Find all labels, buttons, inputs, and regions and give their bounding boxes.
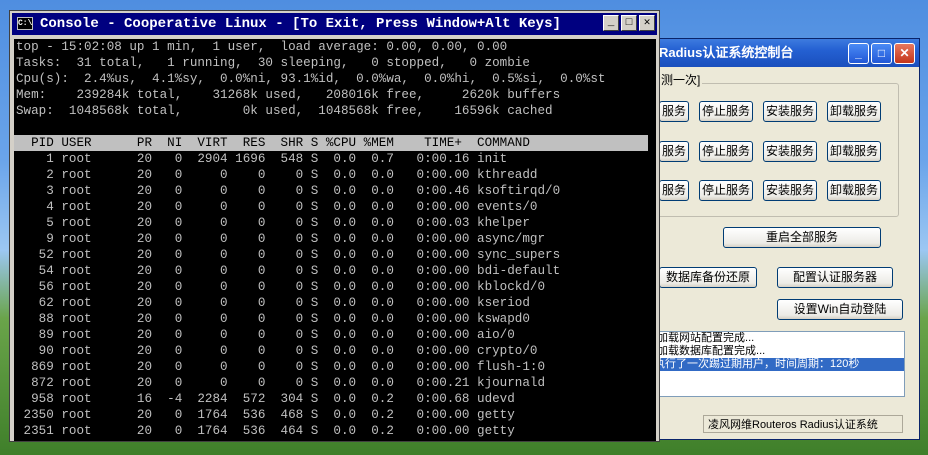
uninstall-service-button[interactable]: 卸载服务 [827, 180, 881, 201]
maximize-icon[interactable]: □ [621, 15, 637, 31]
restart-all-services-button[interactable]: 重启全部服务 [723, 227, 881, 248]
install-service-button[interactable]: 安装服务 [763, 141, 817, 162]
process-table-header: PID USER PR NI VIRT RES SHR S %CPU %MEM … [14, 135, 648, 151]
minimize-icon[interactable]: _ [848, 43, 869, 64]
process-row: 958 root 16 -4 2284 572 304 S 0.0 0.2 0:… [16, 392, 515, 406]
console-titlebar[interactable]: C:\ Console - Cooperative Linux - [To Ex… [12, 13, 657, 35]
process-row: 3 root 20 0 0 0 0 S 0.0 0.0 0:00.46 ksof… [16, 184, 561, 198]
process-row: 90 root 20 0 0 0 0 S 0.0 0.0 0:00.00 cry… [16, 344, 538, 358]
log-list[interactable]: /加载网站配置完成... /加载数据库配置完成... 执行了一次踢过期用户，时间… [647, 331, 905, 397]
install-service-button[interactable]: 安装服务 [763, 180, 817, 201]
stop-service-button[interactable]: 停止服务 [699, 101, 753, 122]
install-service-button[interactable]: 安装服务 [763, 101, 817, 122]
console-window: C:\ Console - Cooperative Linux - [To Ex… [9, 10, 660, 442]
console-title: Console - Cooperative Linux - [To Exit, … [40, 16, 561, 32]
process-row: 1 root 20 0 2904 1696 548 S 0.0 0.7 0:00… [16, 152, 508, 166]
process-row: 52 root 20 0 0 0 0 S 0.0 0.0 0:00.00 syn… [16, 248, 561, 262]
terminal-screen[interactable]: top - 15:02:08 up 1 min, 1 user, load av… [14, 39, 656, 441]
start-service-button[interactable]: 服务 [659, 180, 689, 201]
process-row: 88 root 20 0 0 0 0 S 0.0 0.0 0:00.00 ksw… [16, 312, 530, 326]
close-icon[interactable]: ✕ [639, 15, 655, 31]
configure-auth-server-button[interactable]: 配置认证服务器 [777, 267, 893, 288]
process-row: 56 root 20 0 0 0 0 S 0.0 0.0 0:00.00 kbl… [16, 280, 546, 294]
process-row: 2 root 20 0 0 0 0 S 0.0 0.0 0:00.00 kthr… [16, 168, 538, 182]
process-row: 4 root 20 0 0 0 0 S 0.0 0.0 0:00.00 even… [16, 200, 538, 214]
log-line: /加载网站配置完成... [654, 332, 755, 344]
uninstall-service-button[interactable]: 卸载服务 [827, 101, 881, 122]
start-service-button[interactable]: 服务 [659, 101, 689, 122]
process-row: 9 root 20 0 0 0 0 S 0.0 0.0 0:00.00 asyn… [16, 232, 546, 246]
tasks-summary-line: Tasks: 31 total, 1 running, 30 sleeping,… [16, 56, 530, 70]
stop-service-button[interactable]: 停止服务 [699, 141, 753, 162]
process-row: 2350 root 20 0 1764 536 468 S 0.0 0.2 0:… [16, 408, 515, 422]
radius-title: Radius认证系统控制台 [659, 45, 794, 60]
process-row: 2351 root 20 0 1764 536 464 S 0.0 0.2 0:… [16, 424, 515, 438]
start-service-button[interactable]: 服务 [659, 141, 689, 162]
process-row: 872 root 20 0 0 0 0 S 0.0 0.0 0:00.21 kj… [16, 376, 546, 390]
set-win-autologin-button[interactable]: 设置Win自动登陆 [777, 299, 903, 320]
close-icon[interactable]: ✕ [894, 43, 915, 64]
radius-control-window: Radius认证系统控制台 _ □ ✕ 测一次] 服务 停止服务 安装服务 卸载… [640, 38, 920, 440]
process-row: 62 root 20 0 0 0 0 S 0.0 0.0 0:00.00 kse… [16, 296, 530, 310]
swap-summary-line: Swap: 1048568k total, 0k used, 1048568k … [16, 104, 553, 118]
status-bar: 凌风网维Routeros Radius认证系统 [703, 415, 903, 433]
services-group-label: 测一次] [659, 71, 703, 88]
process-row: 89 root 20 0 0 0 0 S 0.0 0.0 0:00.00 aio… [16, 328, 515, 342]
process-row: 5 root 20 0 0 0 0 S 0.0 0.0 0:00.03 khel… [16, 216, 530, 230]
cpu-summary-line: Cpu(s): 2.4%us, 4.1%sy, 0.0%ni, 93.1%id,… [16, 72, 606, 86]
radius-titlebar[interactable]: Radius认证系统控制台 _ □ ✕ [641, 39, 919, 67]
process-row: 869 root 20 0 0 0 0 S 0.0 0.0 0:00.00 fl… [16, 360, 546, 374]
stop-service-button[interactable]: 停止服务 [699, 180, 753, 201]
maximize-icon[interactable]: □ [871, 43, 892, 64]
process-row: 54 root 20 0 0 0 0 S 0.0 0.0 0:00.00 bdi… [16, 264, 561, 278]
log-line-selected[interactable]: 执行了一次踢过期用户，时间周期：120秒 [648, 358, 904, 371]
console-app-icon[interactable]: C:\ [17, 17, 33, 30]
minimize-icon[interactable]: _ [603, 15, 619, 31]
db-backup-restore-button[interactable]: 数据库备份还原 [659, 267, 757, 288]
mem-summary-line: Mem: 239284k total, 31268k used, 208016k… [16, 88, 561, 102]
top-summary-line: top - 15:02:08 up 1 min, 1 user, load av… [16, 40, 508, 54]
uninstall-service-button[interactable]: 卸载服务 [827, 141, 881, 162]
log-line: /加载数据库配置完成... [654, 345, 766, 357]
